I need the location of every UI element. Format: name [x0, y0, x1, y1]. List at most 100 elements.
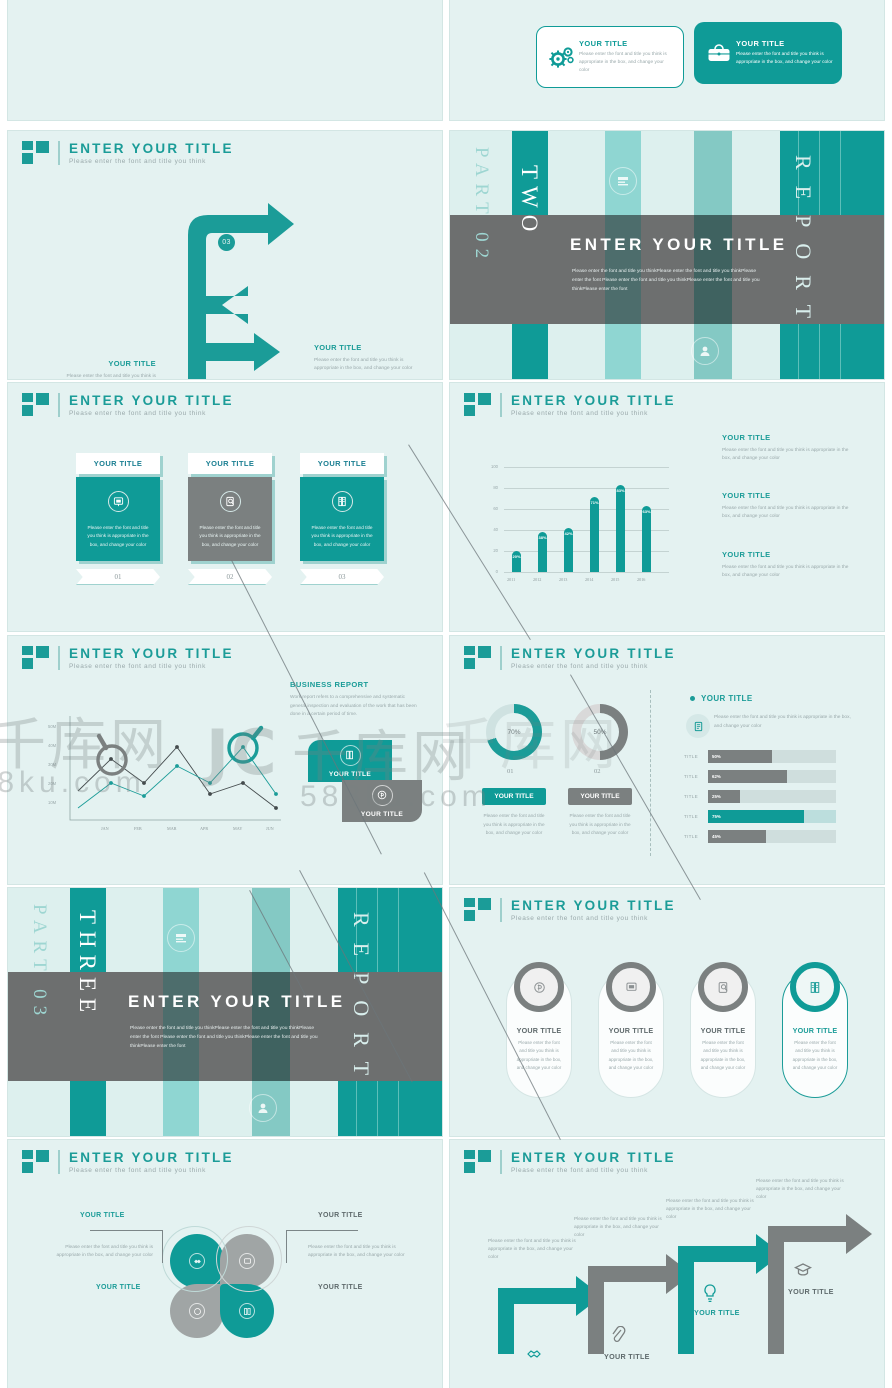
x-tick-label: FEB [134, 826, 142, 831]
branching-arrow-graphic [188, 203, 294, 379]
feature-tile[interactable]: YOUR TITLE Please enter the font and tit… [694, 22, 842, 84]
search-doc-icon [219, 491, 241, 512]
capsule-item[interactable]: YOUR TITLE Please enter the font and tit… [782, 962, 848, 1098]
page-title: ENTER YOUR TITLE [69, 393, 234, 408]
clover-graphic [162, 1226, 282, 1342]
slide-bar-chart[interactable]: ENTER YOUR TITLE Please enter the font a… [450, 383, 884, 631]
report-vertical: REPORT [791, 155, 816, 335]
box-body[interactable]: Please enter the font and title you thin… [76, 477, 160, 561]
box-text: Please enter the font and title you thin… [87, 525, 149, 547]
right-text: Please enter the font and title you thin… [714, 715, 851, 729]
document-icon [686, 714, 710, 738]
x-tick-label: 2016 [637, 577, 646, 582]
y-tick-label: 40 [493, 527, 498, 532]
hbar-track: 75% [708, 810, 836, 823]
slide-step-arrows[interactable]: ENTER YOUR TITLE Please enter the font a… [450, 1140, 884, 1388]
x-tick-label: 2011 [507, 577, 516, 582]
box-number[interactable]: 02 [188, 569, 272, 585]
side-block: YOUR TITLE Please enter the font and tit… [722, 491, 858, 522]
capsule-item[interactable]: YOUR TITLE Please enter the font and tit… [506, 962, 572, 1098]
template-preview-grid: Please enter the font and title you thin… [0, 0, 892, 1388]
presentation-icon [606, 962, 656, 1012]
slide-arrow-process[interactable]: ENTER YOUR TITLE Please enter the font a… [8, 131, 442, 379]
donut-number: 01 [507, 768, 514, 775]
box-number[interactable]: 03 [300, 569, 384, 585]
slide-clover[interactable]: ENTER YOUR TITLE Please enter the font a… [8, 1140, 442, 1388]
gridline [504, 488, 669, 489]
capsule-label: YOUR TITLE [516, 1026, 562, 1035]
block-text: Please enter the font and title you thin… [722, 565, 849, 579]
block-title: YOUR TITLE [108, 359, 156, 368]
x-tick-label: 2012 [533, 577, 542, 582]
y-tick-label: 80 [493, 485, 498, 490]
arrow-text-block: YOUR TITLE Please enter the font and tit… [314, 343, 418, 374]
x-tick-label: JAN [101, 826, 109, 831]
clover-petal-3[interactable] [170, 1284, 224, 1338]
slide-title: ENTER YOUR TITLE [570, 235, 788, 254]
clover-petal-4[interactable] [220, 1284, 274, 1338]
block-title: YOUR TITLE [722, 550, 771, 559]
box-body[interactable]: Please enter the font and title you thin… [188, 477, 272, 561]
hbar-track: 25% [708, 790, 836, 803]
capsule-label: YOUR TITLE [792, 1026, 838, 1035]
hbar-row: TITLE 75% [684, 810, 836, 823]
slide-pie-cards[interactable]: Please enter the font and title you thin… [8, 0, 442, 120]
tile-title: YOUR TITLE [736, 39, 785, 49]
money-icon [371, 784, 393, 806]
y-tick-label: 20 [493, 548, 498, 553]
slide-part-three[interactable]: PART 03 THREE REPORT ENTER YOUR TITLE Pl… [8, 888, 442, 1136]
tile-text: Please enter the font and title you thin… [736, 52, 833, 65]
x-tick-label: JUN [266, 826, 274, 831]
box-title[interactable]: YOUR TITLE [188, 453, 272, 474]
y-tick-label: 20M [48, 781, 57, 786]
bar-chart: 100 80 60 40 20 0 20% 38% 42% 71% 83% 63… [480, 461, 680, 587]
clover-label: YOUR TITLE [318, 1212, 363, 1219]
step-text: Please enter the font and title you thin… [756, 1179, 844, 1201]
block-text: Please enter the font and title you thin… [722, 448, 849, 462]
slide-header: ENTER YOUR TITLE Please enter the font a… [464, 646, 676, 672]
capsule-item[interactable]: YOUR TITLE Please enter the font and tit… [690, 962, 756, 1098]
hbar-label: TITLE [684, 834, 699, 839]
slide-three-boxes[interactable]: ENTER YOUR TITLE Please enter the font a… [8, 383, 442, 631]
logo-squares-icon [22, 646, 52, 672]
page-subtitle: Please enter the font and title you thin… [511, 410, 648, 417]
donut-card-label[interactable]: YOUR TITLE [568, 788, 632, 805]
part-word-vertical: THREE [75, 910, 100, 1020]
y-tick-label: 10M [48, 800, 57, 805]
bar: 42% [564, 528, 573, 572]
slide-donuts[interactable]: ENTER YOUR TITLE Please enter the font a… [450, 636, 884, 884]
slide-part-two[interactable]: PART 02 TWO REPORT ENTER YOUR TITLE Plea… [450, 131, 884, 379]
slide-header: ENTER YOUR TITLE Please enter the font a… [464, 1150, 676, 1176]
capsule-item[interactable]: YOUR TITLE Please enter the font and tit… [598, 962, 664, 1098]
slide-capsules[interactable]: ENTER YOUR TITLE Please enter the font a… [450, 888, 884, 1136]
x-tick-label: APR [200, 826, 209, 831]
clover-label: YOUR TITLE [96, 1284, 141, 1291]
capsule-text: Please enter the font and title you thin… [516, 1040, 562, 1070]
hbar-value: 50% [712, 754, 721, 759]
line-chart-plot [69, 716, 281, 821]
donut-value: 70% [495, 713, 533, 751]
slide-tiles[interactable]: YOUR TITLE Please enter the font and tit… [450, 0, 884, 120]
box-body[interactable]: Please enter the font and title you thin… [300, 477, 384, 561]
box-title[interactable]: YOUR TITLE [300, 453, 384, 474]
donut-chart-01: 70% [486, 704, 542, 760]
hbar-value: 45% [712, 834, 721, 839]
step-label: YOUR TITLE [604, 1352, 650, 1361]
card-label: YOUR TITLE [360, 810, 404, 818]
side-block: YOUR TITLE Please enter the font and tit… [722, 550, 858, 581]
box-title[interactable]: YOUR TITLE [76, 453, 160, 474]
step-label: YOUR TITLE [788, 1287, 834, 1296]
feature-tile[interactable]: YOUR TITLE Please enter the font and tit… [536, 26, 684, 88]
slide-title: ENTER YOUR TITLE [128, 992, 346, 1011]
box-number[interactable]: 01 [76, 569, 160, 585]
page-title: ENTER YOUR TITLE [69, 141, 234, 156]
donut-card-text: Please enter the font and title you thin… [483, 813, 545, 836]
tile-title: YOUR TITLE [579, 39, 628, 49]
slides-icon [609, 167, 637, 195]
slide-header: ENTER YOUR TITLE Please enter the font a… [464, 898, 676, 924]
page-subtitle: Please enter the font and title you thin… [69, 410, 206, 417]
report-card-teal[interactable]: YOUR TITLE [308, 740, 392, 782]
logo-squares-icon [464, 1150, 494, 1176]
books-icon [339, 744, 361, 766]
donut-card-label[interactable]: YOUR TITLE [482, 788, 546, 805]
